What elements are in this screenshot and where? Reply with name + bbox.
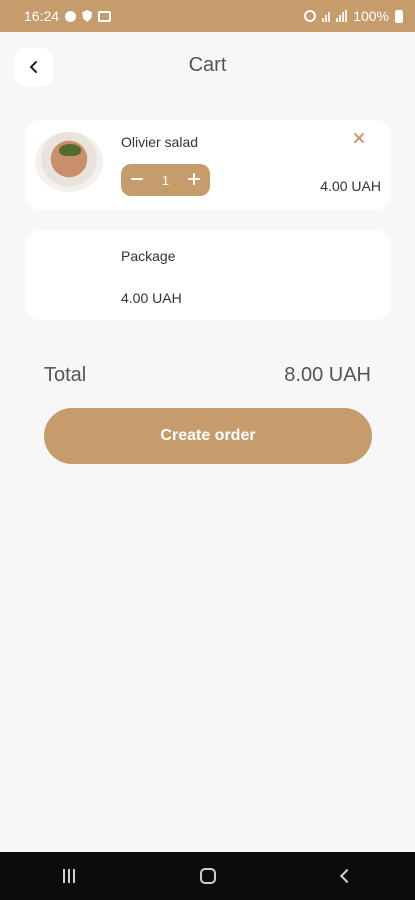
- wifi-signal-icon: [322, 10, 331, 22]
- status-right: 100%: [304, 8, 403, 24]
- status-time: 16:24: [24, 8, 60, 24]
- battery-icon: [395, 9, 403, 23]
- page-title: Cart: [188, 54, 227, 76]
- cellular-signal-icon: [336, 10, 348, 22]
- total-value: 8.00 UAH: [284, 364, 371, 386]
- package-card: Package 4.00 UAH: [25, 230, 391, 320]
- cart-item-card: Olivier salad 1 4.00 UAH: [25, 120, 391, 210]
- cart-item-price: 4.00 UAH: [320, 178, 381, 194]
- status-left: 16:24: [24, 8, 112, 24]
- system-navigation-bar: [0, 852, 415, 900]
- increase-quantity-button[interactable]: [186, 172, 202, 188]
- quantity-value: 1: [161, 172, 170, 188]
- battery-percent: 100%: [353, 8, 389, 24]
- home-button[interactable]: [200, 868, 217, 884]
- minus-icon: [131, 178, 143, 180]
- cart-item-name: Olivier salad: [121, 134, 199, 150]
- create-order-button[interactable]: Create order: [44, 408, 372, 464]
- recent-apps-button[interactable]: [62, 869, 75, 883]
- shield-icon: [82, 10, 93, 22]
- package-price: 4.00 UAH: [121, 290, 182, 306]
- olivier-salad-thumbnail: [35, 132, 103, 192]
- status-bar: 16:24 100%: [0, 0, 415, 32]
- package-name: Package: [121, 248, 176, 264]
- plus-icon: [187, 173, 200, 185]
- system-back-button[interactable]: [340, 868, 355, 884]
- decrease-quantity-button[interactable]: [129, 172, 145, 188]
- remove-item-button[interactable]: [351, 132, 367, 148]
- close-icon: [354, 133, 364, 143]
- quantity-stepper: 1: [121, 164, 210, 196]
- total-label: Total: [44, 364, 87, 386]
- image-icon: [98, 10, 112, 22]
- header: Cart: [0, 32, 415, 104]
- messenger-icon: [65, 10, 77, 22]
- alarm-icon: [304, 10, 317, 22]
